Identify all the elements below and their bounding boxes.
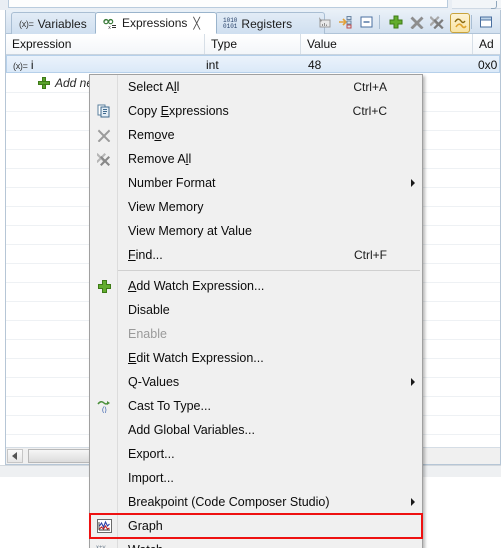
menu-item-add-watch-expression[interactable]: Add Watch Expression... — [90, 274, 422, 298]
collapse-all-icon[interactable] — [357, 13, 375, 31]
watch-icon: x+y =? — [96, 542, 112, 548]
menu-item-label: Copy Expressions — [128, 104, 229, 118]
cell-expression: (x)= i — [13, 56, 203, 74]
upper-view-edge — [8, 0, 448, 8]
menu-item-label: Select All — [128, 80, 180, 94]
remove-all-icon — [96, 151, 112, 167]
menu-item-cast-to-type[interactable]: () Cast To Type... — [90, 394, 422, 418]
menu-item-q-values[interactable]: Q-Values — [90, 370, 422, 394]
menu-item-find[interactable]: Find... Ctrl+F — [90, 243, 422, 267]
menu-item-label: Cast To Type... — [128, 399, 211, 413]
menu-item-label: View Memory — [128, 200, 204, 214]
menu-item-label: Find... — [128, 248, 163, 262]
menu-item-accelerator: Ctrl+F — [354, 248, 387, 262]
tab-registers[interactable]: 1010 0101 Registers — [215, 12, 325, 34]
menu-item-export[interactable]: Export... — [90, 442, 422, 466]
tab-expressions[interactable]: x Expressions ╳ — [95, 12, 217, 34]
toolbar-separator — [379, 15, 380, 29]
svg-text:x: x — [108, 25, 111, 30]
copy-icon — [96, 103, 112, 119]
plus-icon — [38, 77, 50, 89]
menu-item-label: Add Watch Expression... — [128, 279, 265, 293]
menu-item-label: Breakpoint (Code Composer Studio) — [128, 495, 330, 509]
variable-icon: (x)= — [13, 61, 28, 71]
chevron-right-icon — [411, 498, 415, 506]
menu-item-add-global-variables[interactable]: Add Global Variables... — [90, 418, 422, 442]
menu-item-label: Export... — [128, 447, 175, 461]
menu-item-label: Watch — [128, 543, 163, 548]
remove-selected-icon[interactable] — [408, 13, 426, 31]
menu-item-label: Remove All — [128, 152, 192, 166]
cast-to-type-icon: () — [96, 398, 112, 414]
scroll-left-arrow-icon[interactable] — [7, 449, 23, 463]
menu-item-label: Graph — [128, 519, 163, 533]
svg-text:(): () — [102, 407, 107, 413]
menu-item-copy-expressions[interactable]: Copy Expressions Ctrl+C — [90, 99, 422, 123]
add-new-expression-label: Add ne — [55, 76, 94, 90]
table-row[interactable]: (x)= i int 48 0x0 — [6, 55, 500, 73]
menu-item-watch[interactable]: x+y =? Watch — [90, 538, 422, 548]
menu-item-number-format[interactable]: Number Format — [90, 171, 422, 195]
tab-variables[interactable]: (x)= Variables — [11, 12, 97, 34]
cell-expression-value: i — [30, 58, 34, 72]
chevron-right-icon — [411, 179, 415, 187]
chevron-right-icon — [411, 378, 415, 386]
menu-item-label: View Memory at Value — [128, 224, 252, 238]
menu-item-label: Edit Watch Expression... — [128, 351, 264, 365]
menu-item-label: Import... — [128, 471, 174, 485]
upper-right-chrome — [452, 0, 501, 9]
cell-address: 0x0 — [478, 58, 498, 72]
menu-item-breakpoint[interactable]: Breakpoint (Code Composer Studio) — [90, 490, 422, 514]
expressions-icon: x — [103, 17, 118, 30]
menu-item-label: Q-Values — [128, 375, 180, 389]
column-header-type[interactable]: Type — [205, 34, 301, 54]
tab-expressions-label: Expressions — [122, 16, 188, 30]
graph-icon — [96, 518, 112, 534]
context-menu: Select All Ctrl+A Copy Expressions Ctrl+… — [89, 74, 423, 548]
add-watch-icon — [96, 278, 112, 294]
menu-item-label: Number Format — [128, 176, 216, 190]
toolbar-separator-2 — [471, 15, 472, 29]
menu-item-disable[interactable]: Disable — [90, 298, 422, 322]
cell-value: 48 — [308, 58, 322, 72]
tab-registers-label: Registers — [241, 16, 293, 31]
menu-item-enable: Enable — [90, 322, 422, 346]
column-header-value[interactable]: Value — [301, 34, 473, 54]
menu-item-label: Add Global Variables... — [128, 423, 255, 437]
menu-separator — [118, 270, 420, 271]
application-window: (x)= Variables x Expressions ╳ 1010 0101… — [0, 0, 501, 548]
menu-item-remove-all[interactable]: Remove All — [90, 147, 422, 171]
table-header: Expression Type Value Ad — [6, 34, 500, 55]
column-header-expression[interactable]: Expression — [6, 34, 205, 54]
cell-type: int — [206, 58, 219, 72]
close-icon[interactable]: ╳ — [193, 17, 200, 30]
tab-variables-label: Variables — [37, 16, 87, 31]
menu-item-label: Disable — [128, 303, 170, 317]
menu-item-import[interactable]: Import... — [90, 466, 422, 490]
menu-item-label: Remove — [128, 128, 175, 142]
window-top-strip — [0, 0, 501, 10]
new-view-icon[interactable] — [477, 13, 495, 31]
menu-item-label: Enable — [128, 327, 167, 341]
menu-item-view-memory[interactable]: View Memory — [90, 195, 422, 219]
menu-item-edit-watch-expression[interactable]: Edit Watch Expression... — [90, 346, 422, 370]
menu-item-graph[interactable]: Graph — [90, 514, 422, 538]
variables-icon: (x)= — [19, 18, 34, 29]
menu-item-remove[interactable]: Remove — [90, 123, 422, 147]
view-menu-icon[interactable] — [450, 13, 470, 33]
registers-icon: 1010 0101 — [223, 16, 238, 30]
menu-item-graph-wrapper: Graph — [89, 513, 423, 539]
menu-item-accelerator: Ctrl+C — [352, 104, 387, 118]
show-type-names-icon[interactable] — [315, 13, 333, 31]
remove-icon — [96, 127, 112, 143]
menu-item-accelerator: Ctrl+A — [353, 80, 387, 94]
menu-item-view-memory-at-value[interactable]: View Memory at Value — [90, 219, 422, 243]
column-header-address[interactable]: Ad — [473, 34, 501, 54]
show-logical-structure-icon[interactable] — [336, 13, 354, 31]
menu-item-select-all[interactable]: Select All Ctrl+A — [90, 75, 422, 99]
remove-all-icon[interactable] — [429, 13, 447, 31]
view-tab-bar: (x)= Variables x Expressions ╳ 1010 0101… — [5, 10, 501, 34]
add-new-expression-icon[interactable] — [387, 13, 405, 31]
